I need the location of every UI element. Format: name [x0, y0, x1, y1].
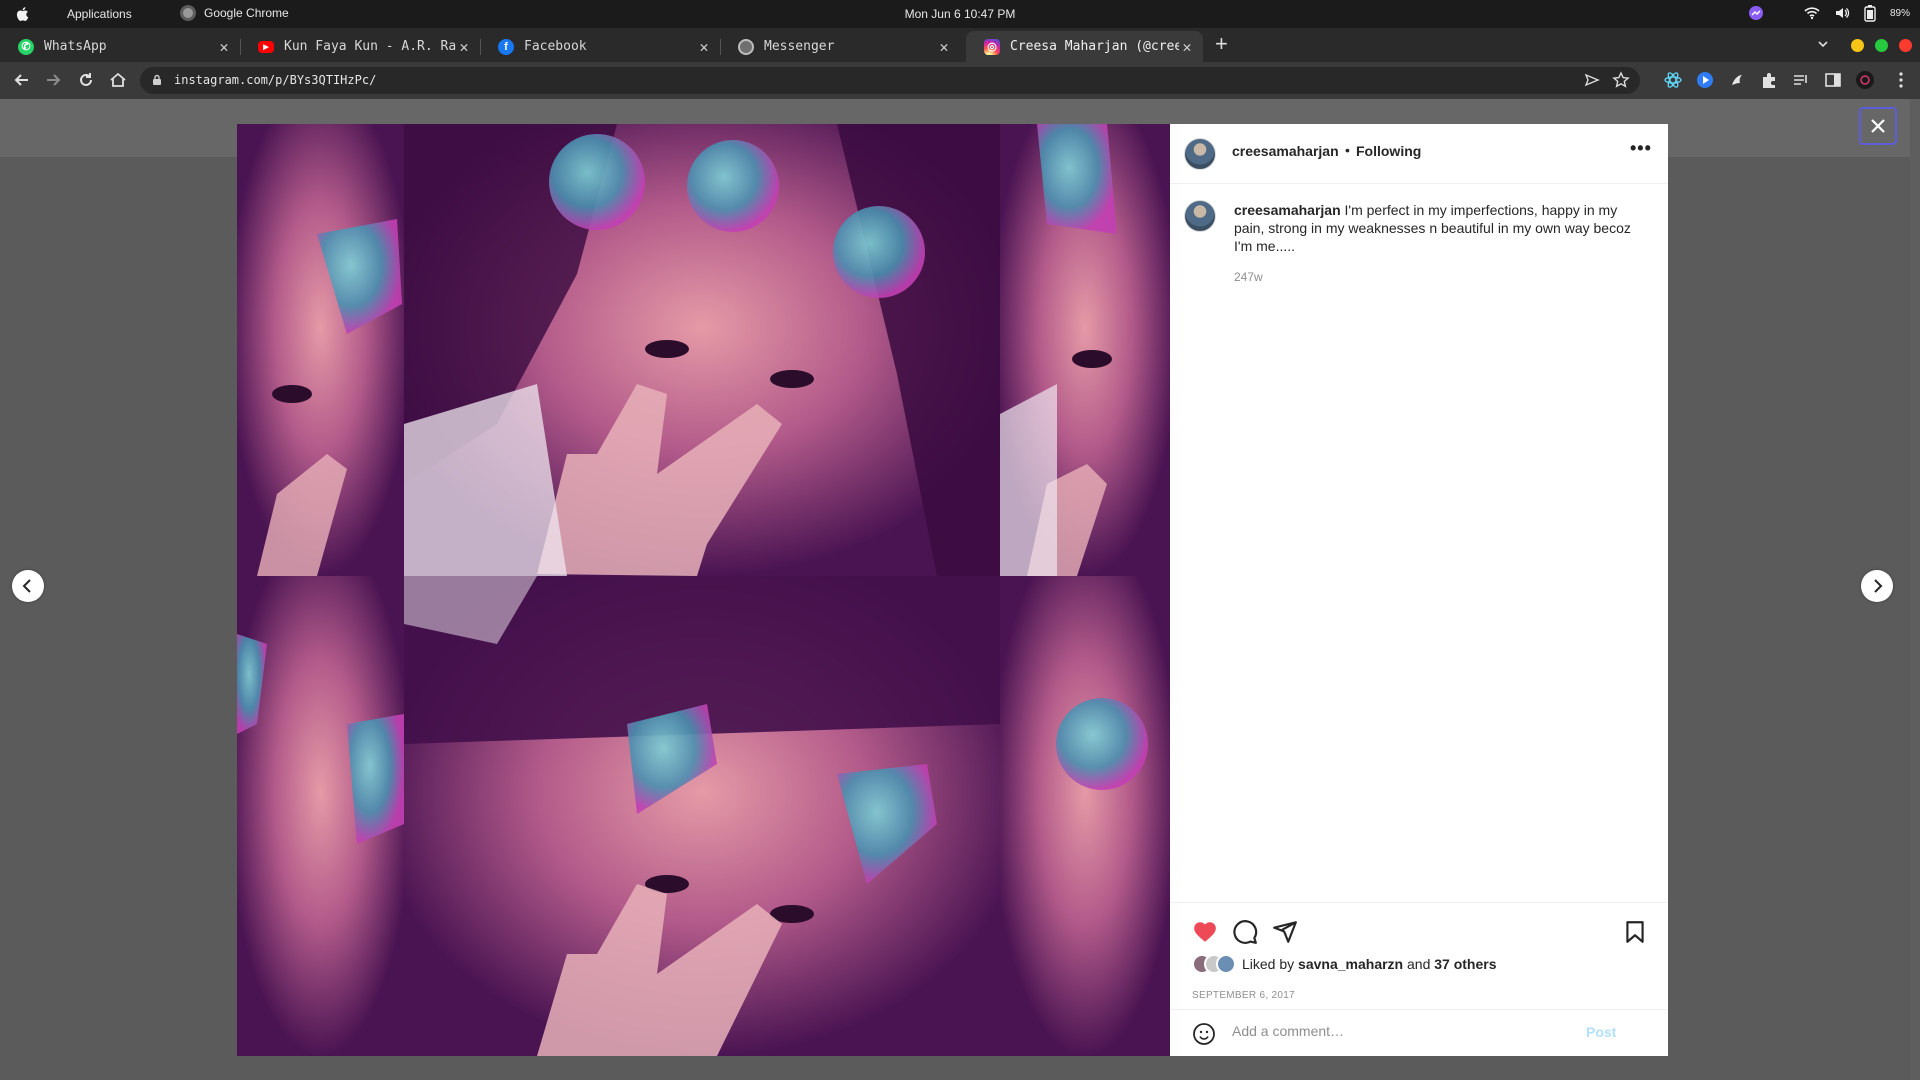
page-scrollbar[interactable]: [1910, 99, 1920, 1080]
next-post-button[interactable]: [1861, 570, 1893, 602]
more-options-icon[interactable]: •••: [1630, 138, 1652, 159]
tab-close-icon[interactable]: ✕: [216, 38, 232, 56]
profile-avatar[interactable]: [1856, 71, 1874, 89]
post-comment-button[interactable]: Post: [1586, 1024, 1616, 1040]
wifi-icon[interactable]: [1804, 6, 1820, 20]
messenger-status-icon[interactable]: [1748, 5, 1764, 21]
caption-username[interactable]: creesamaharjan: [1234, 202, 1341, 218]
tab-close-icon[interactable]: ✕: [456, 38, 472, 56]
post-age[interactable]: 247w: [1234, 270, 1263, 284]
liked-by-and: and: [1407, 956, 1431, 972]
tab-close-icon[interactable]: ✕: [696, 38, 712, 56]
battery-percent: 89%: [1889, 7, 1910, 19]
tab-facebook[interactable]: f Facebook ✕: [480, 31, 721, 62]
close-icon: [1871, 119, 1885, 133]
action-bar: [1170, 902, 1668, 944]
post-image[interactable]: [237, 124, 1170, 1056]
reload-icon[interactable]: [76, 70, 96, 90]
tab-label: Creesa Maharjan (@cree: [1010, 39, 1179, 54]
comment-icon[interactable]: [1232, 919, 1258, 945]
liker-avatar[interactable]: [1216, 954, 1236, 974]
browser-tab-strip: ✆ WhatsApp ✕ ▶ Kun Faya Kun - A.R. Ra ✕ …: [0, 28, 1920, 62]
share-send-icon[interactable]: [1272, 919, 1298, 945]
clock[interactable]: Mon Jun 6 10:47 PM: [0, 7, 1920, 21]
url-text[interactable]: instagram.com/p/BYs3QTIHzPc/: [174, 73, 376, 87]
browser-menu-icon[interactable]: [1892, 71, 1910, 89]
post-date: SEPTEMBER 6, 2017: [1192, 990, 1295, 1001]
send-share-icon[interactable]: [1584, 72, 1600, 88]
following-button[interactable]: Following: [1356, 143, 1421, 159]
like-heart-icon[interactable]: [1192, 919, 1218, 945]
post-caption: creesamaharjan I'm perfect in my imperfe…: [1234, 201, 1644, 255]
battery-icon[interactable]: [1864, 4, 1876, 22]
browser-toolbar: instagram.com/p/BYs3QTIHzPc/: [0, 62, 1920, 99]
chevron-left-icon: [22, 579, 31, 593]
tab-whatsapp[interactable]: ✆ WhatsApp ✕: [0, 31, 241, 62]
tab-instagram[interactable]: ◎ Creesa Maharjan (@cree ✕: [966, 31, 1203, 62]
liked-by-others[interactable]: 37 others: [1434, 956, 1496, 972]
bookmark-star-icon[interactable]: [1612, 71, 1630, 89]
author-username[interactable]: creesamaharjan: [1232, 143, 1339, 159]
tab-search-chevron-down-icon[interactable]: [1816, 37, 1830, 51]
globe-icon: [738, 38, 754, 55]
maximize-window-button[interactable]: [1875, 39, 1888, 52]
tab-close-icon[interactable]: ✕: [936, 38, 952, 56]
tab-close-icon[interactable]: ✕: [1179, 38, 1195, 56]
post-details-panel: creesamaharjan • Following ••• creesamah…: [1170, 124, 1668, 1056]
facebook-icon: f: [498, 38, 514, 55]
minimize-window-button[interactable]: [1851, 39, 1864, 52]
volume-icon[interactable]: [1834, 6, 1850, 20]
close-modal-button[interactable]: [1859, 107, 1897, 145]
likes-summary: Liked by savna_maharzn and 37 others: [1192, 954, 1497, 974]
chevron-right-icon: [1874, 579, 1883, 593]
custom-extension-icon[interactable]: [1728, 71, 1746, 89]
react-devtools-extension-icon[interactable]: [1664, 71, 1682, 89]
side-panel-icon[interactable]: [1824, 71, 1842, 89]
address-bar[interactable]: instagram.com/p/BYs3QTIHzPc/: [140, 67, 1640, 94]
tab-youtube[interactable]: ▶ Kun Faya Kun - A.R. Ra ✕: [240, 31, 481, 62]
lock-icon[interactable]: [152, 74, 162, 86]
home-icon[interactable]: [108, 70, 128, 90]
media-queue-icon[interactable]: [1792, 71, 1810, 89]
comment-input[interactable]: [1232, 1023, 1562, 1039]
new-tab-button[interactable]: +: [1215, 33, 1228, 55]
save-bookmark-icon[interactable]: [1622, 919, 1648, 945]
tab-label: Facebook: [524, 39, 587, 54]
post-header: creesamaharjan • Following •••: [1170, 124, 1668, 184]
comment-bar: Post: [1170, 1009, 1668, 1056]
status-icons: 89%: [1748, 4, 1910, 22]
tab-messenger[interactable]: Messenger ✕: [720, 31, 960, 62]
emoji-smiley-icon[interactable]: [1192, 1022, 1216, 1046]
instagram-icon: ◎: [984, 38, 1000, 55]
media-extension-icon[interactable]: [1696, 71, 1714, 89]
back-arrow-icon[interactable]: [12, 70, 32, 90]
header-separator: •: [1345, 142, 1350, 158]
youtube-icon: ▶: [258, 40, 274, 53]
caption-avatar[interactable]: [1184, 200, 1216, 232]
tab-label: Kun Faya Kun - A.R. Ra: [284, 39, 456, 54]
liked-by-prefix: Liked by: [1242, 956, 1295, 972]
liked-by-user[interactable]: savna_maharzn: [1298, 956, 1403, 972]
tab-label: Messenger: [764, 39, 835, 54]
extensions-puzzle-icon[interactable]: [1760, 71, 1778, 89]
tab-label: WhatsApp: [44, 39, 107, 54]
previous-post-button[interactable]: [12, 570, 44, 602]
post-photo-collage: [237, 124, 1170, 1056]
forward-arrow-icon[interactable]: [43, 70, 63, 90]
whatsapp-icon: ✆: [18, 38, 34, 55]
author-avatar[interactable]: [1184, 138, 1216, 170]
likes-text: Liked by savna_maharzn and 37 others: [1242, 956, 1497, 972]
close-window-button[interactable]: [1899, 39, 1912, 52]
os-menu-bar: Applications Google Chrome Mon Jun 6 10:…: [0, 0, 1920, 28]
